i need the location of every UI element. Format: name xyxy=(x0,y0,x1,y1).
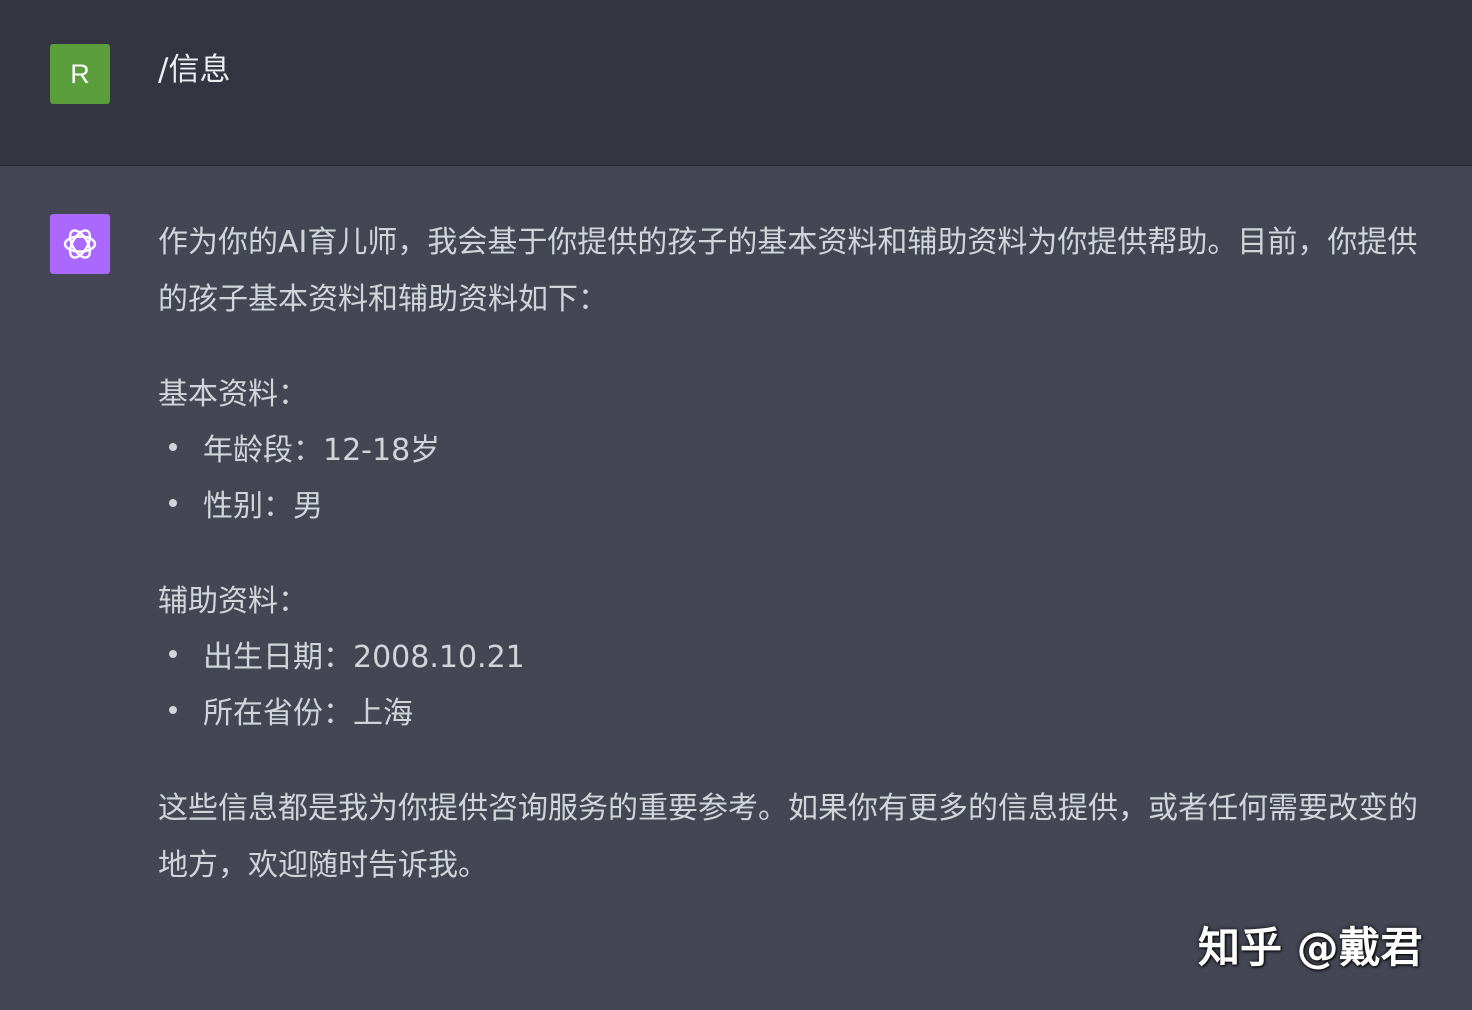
bullet-icon xyxy=(169,650,177,658)
list-item: 性别：男 xyxy=(158,479,1443,535)
bullet-icon xyxy=(169,706,177,714)
user-message-row: R /信息 xyxy=(0,0,1472,166)
list-item: 年龄段：12-18岁 xyxy=(158,423,1443,479)
user-avatar: R xyxy=(50,44,110,104)
list-item-text: 性别：男 xyxy=(203,489,323,524)
list-item: 出生日期：2008.10.21 xyxy=(158,630,1443,686)
list-item-text: 所在省份：上海 xyxy=(203,696,413,731)
assistant-closing: 这些信息都是我为你提供咨询服务的重要参考。如果你有更多的信息提供，或者任何需要改… xyxy=(158,791,1418,883)
assistant-message-content: 作为你的AI育儿师，我会基于你提供的孩子的基本资料和辅助资料为你提供帮助。目前，… xyxy=(158,214,1443,894)
list-item-text: 年龄段：12-18岁 xyxy=(203,433,441,468)
basic-info-list: 年龄段：12-18岁 性别：男 xyxy=(158,423,1443,535)
aux-info-list: 出生日期：2008.10.21 所在省份：上海 xyxy=(158,630,1443,742)
list-item-text: 出生日期：2008.10.21 xyxy=(203,640,525,675)
zhihu-watermark: 知乎 @戴君 xyxy=(1198,923,1423,972)
assistant-intro: 作为你的AI育儿师，我会基于你提供的孩子的基本资料和辅助资料为你提供帮助。目前，… xyxy=(158,225,1418,317)
user-message-text: /信息 xyxy=(158,52,231,88)
aux-info-heading: 辅助资料： xyxy=(158,584,308,619)
user-avatar-letter: R xyxy=(70,58,90,89)
openai-logo-icon xyxy=(63,229,97,259)
assistant-avatar xyxy=(50,214,110,274)
assistant-message-row: 作为你的AI育儿师，我会基于你提供的孩子的基本资料和辅助资料为你提供帮助。目前，… xyxy=(0,166,1472,1010)
basic-info-heading: 基本资料： xyxy=(158,377,308,412)
list-item: 所在省份：上海 xyxy=(158,686,1443,742)
bullet-icon xyxy=(169,443,177,451)
bullet-icon xyxy=(169,499,177,507)
